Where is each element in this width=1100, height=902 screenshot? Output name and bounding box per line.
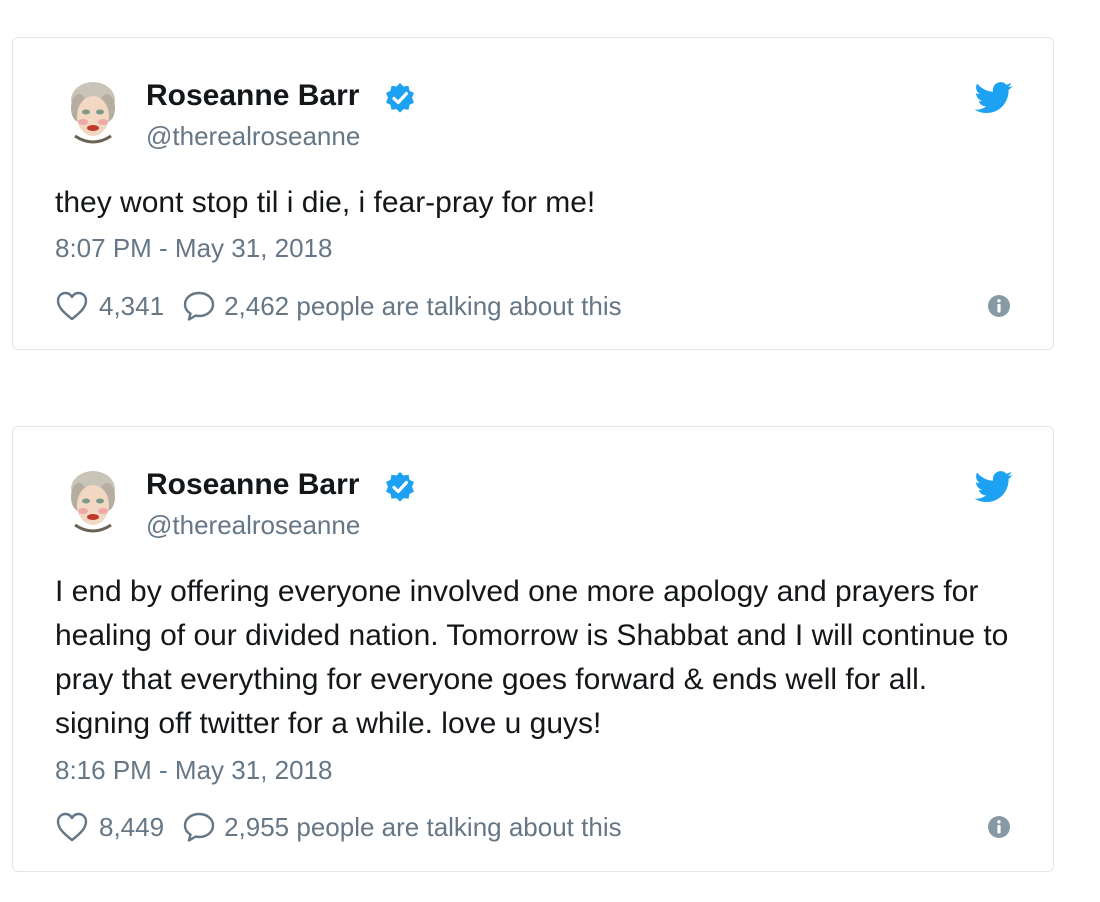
tweet-actions: 4,341 2,462 people are talking about thi… bbox=[55, 288, 622, 324]
like-count[interactable]: 4,341 bbox=[99, 291, 164, 322]
avatar[interactable] bbox=[61, 78, 125, 148]
verified-icon bbox=[386, 472, 414, 502]
author-name[interactable]: Roseanne Barr bbox=[146, 78, 359, 114]
tweet-timestamp[interactable]: 8:07 PM - May 31, 2018 bbox=[55, 232, 332, 264]
avatar[interactable] bbox=[61, 467, 125, 537]
info-icon[interactable] bbox=[987, 294, 1011, 318]
tweet-card[interactable]: Roseanne Barr @therealroseanne I end by … bbox=[12, 426, 1054, 872]
tweet-text: I end by offering everyone involved one … bbox=[55, 575, 1009, 740]
tweet-card[interactable]: Roseanne Barr @therealroseanne they wont… bbox=[12, 37, 1054, 350]
like-count[interactable]: 8,449 bbox=[99, 812, 164, 843]
speech-bubble-icon[interactable] bbox=[182, 811, 216, 843]
talking-about-link[interactable]: 2,955 people are talking about this bbox=[224, 812, 622, 843]
twitter-bird-icon[interactable] bbox=[975, 471, 1013, 503]
tweet-timestamp[interactable]: 8:16 PM - May 31, 2018 bbox=[55, 754, 332, 786]
speech-bubble-icon[interactable] bbox=[182, 290, 216, 322]
info-icon[interactable] bbox=[987, 815, 1011, 839]
twitter-bird-icon[interactable] bbox=[975, 82, 1013, 114]
heart-icon[interactable] bbox=[55, 811, 89, 843]
tweet-actions: 8,449 2,955 people are talking about thi… bbox=[55, 809, 622, 845]
tweet-text: they wont stop til i die, i fear-pray fo… bbox=[55, 186, 596, 219]
verified-icon bbox=[386, 83, 414, 113]
heart-icon[interactable] bbox=[55, 290, 89, 322]
author-handle[interactable]: @therealroseanne bbox=[146, 120, 360, 152]
talking-about-link[interactable]: 2,462 people are talking about this bbox=[224, 291, 622, 322]
author-handle[interactable]: @therealroseanne bbox=[146, 509, 360, 541]
author-name[interactable]: Roseanne Barr bbox=[146, 467, 359, 503]
